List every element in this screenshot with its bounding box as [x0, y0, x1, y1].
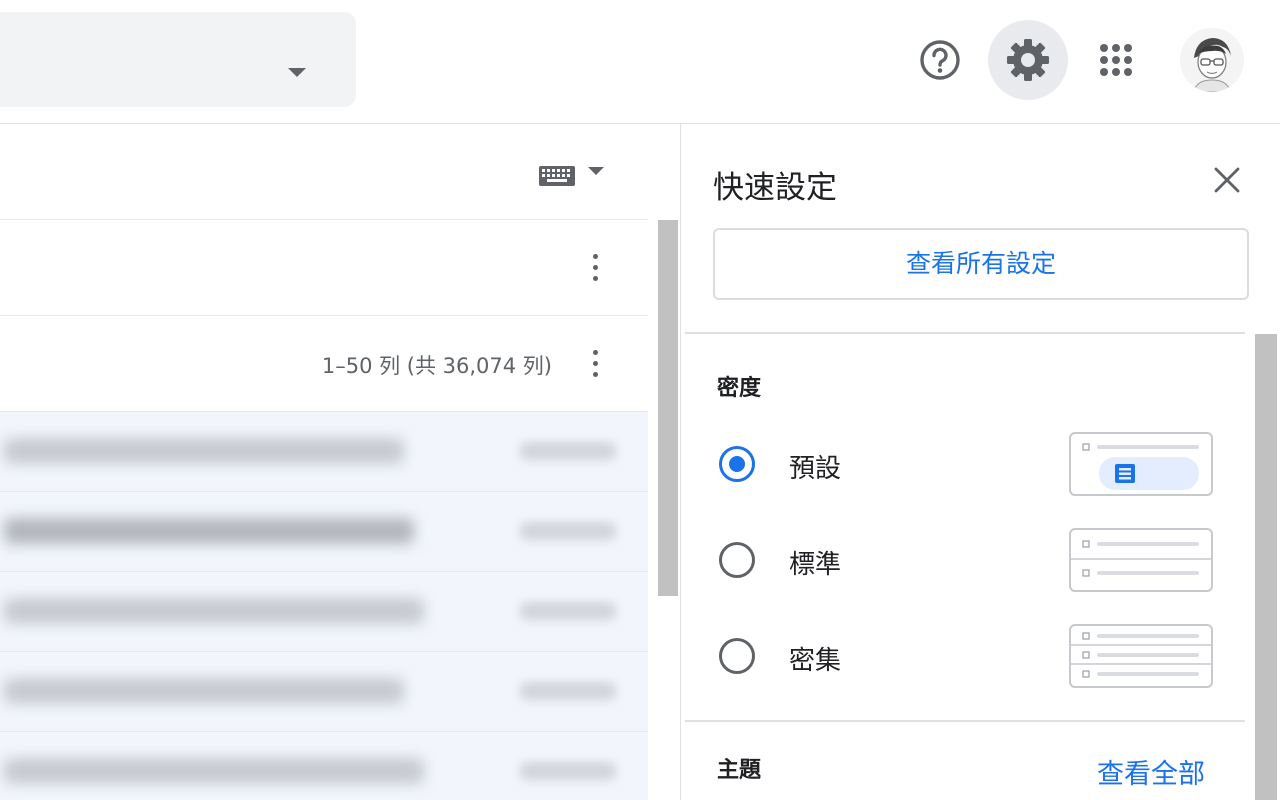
blurred-date: [520, 522, 616, 540]
search-options-caret-icon[interactable]: [288, 68, 306, 77]
table-row[interactable]: [0, 652, 648, 732]
theme-section-label: 主題: [717, 758, 762, 783]
divider: [685, 332, 1245, 334]
input-tools-bar: [0, 124, 648, 220]
more-options-icon[interactable]: [584, 250, 608, 286]
blurred-date: [520, 602, 616, 620]
table-row[interactable]: [0, 492, 648, 572]
see-all-settings-button[interactable]: 查看所有設定: [713, 228, 1249, 300]
quick-settings-title: 快速設定: [713, 170, 837, 206]
blurred-subject: [4, 598, 424, 624]
density-compact-label[interactable]: 密集: [789, 640, 841, 677]
avatar-portrait-icon: [1180, 28, 1244, 92]
list-scrollbar[interactable]: [658, 220, 678, 596]
blurred-subject: [4, 678, 404, 704]
density-standard-radio[interactable]: [719, 542, 755, 578]
blurred-date: [520, 442, 616, 460]
density-default-radio[interactable]: [719, 446, 755, 482]
quick-settings-scrollbar[interactable]: [1255, 334, 1277, 800]
blurred-date: [520, 762, 616, 780]
standard-layout-preview-icon: [1071, 540, 1211, 577]
density-compact-radio[interactable]: [719, 638, 755, 674]
gmail-window: 1–50 列 (共 36,074 列) 快速設定 查看所有設定 密度 預設 標準…: [0, 0, 1280, 800]
table-row[interactable]: [0, 732, 648, 800]
help-circle-icon: [920, 40, 960, 80]
blurred-date: [520, 682, 616, 700]
density-standard-label[interactable]: 標準: [789, 544, 841, 581]
more-options-icon[interactable]: [584, 346, 608, 382]
list-actions-bar: [0, 220, 648, 316]
pagination-bar: 1–50 列 (共 36,074 列): [0, 316, 648, 412]
blurred-subject: [4, 758, 424, 784]
apps-grid-icon: [1100, 44, 1132, 76]
blurred-subject: [4, 438, 404, 464]
density-default-label[interactable]: 預設: [789, 448, 841, 485]
account-avatar[interactable]: [1180, 28, 1244, 92]
settings-button[interactable]: [988, 20, 1068, 100]
help-button[interactable]: [900, 20, 980, 100]
theme-view-all-link[interactable]: 查看全部: [1097, 752, 1205, 791]
apps-button[interactable]: [1076, 20, 1156, 100]
density-standard-preview[interactable]: [1069, 528, 1213, 592]
top-bar: [0, 0, 1280, 124]
quick-settings-panel: 快速設定 查看所有設定 密度 預設 標準 密集 主題 查看全部: [680, 124, 1280, 800]
gear-icon: [1007, 39, 1049, 81]
table-row[interactable]: [0, 412, 648, 492]
close-icon[interactable]: [1209, 162, 1245, 198]
divider: [685, 720, 1245, 722]
keyboard-icon[interactable]: [538, 164, 576, 188]
search-bar[interactable]: [0, 12, 356, 107]
default-layout-preview-icon: [1082, 443, 1199, 490]
page-count-label: 1–50 列 (共 36,074 列): [321, 354, 552, 378]
density-default-preview[interactable]: [1069, 432, 1213, 496]
compact-layout-preview-icon: [1071, 632, 1211, 678]
table-row[interactable]: [0, 572, 648, 652]
mail-list-area: 1–50 列 (共 36,074 列): [0, 124, 680, 800]
mail-rows: [0, 412, 648, 800]
density-section-label: 密度: [717, 376, 762, 401]
input-tools-caret-icon[interactable]: [588, 167, 604, 175]
blurred-subject: [4, 518, 414, 544]
density-compact-preview[interactable]: [1069, 624, 1213, 688]
